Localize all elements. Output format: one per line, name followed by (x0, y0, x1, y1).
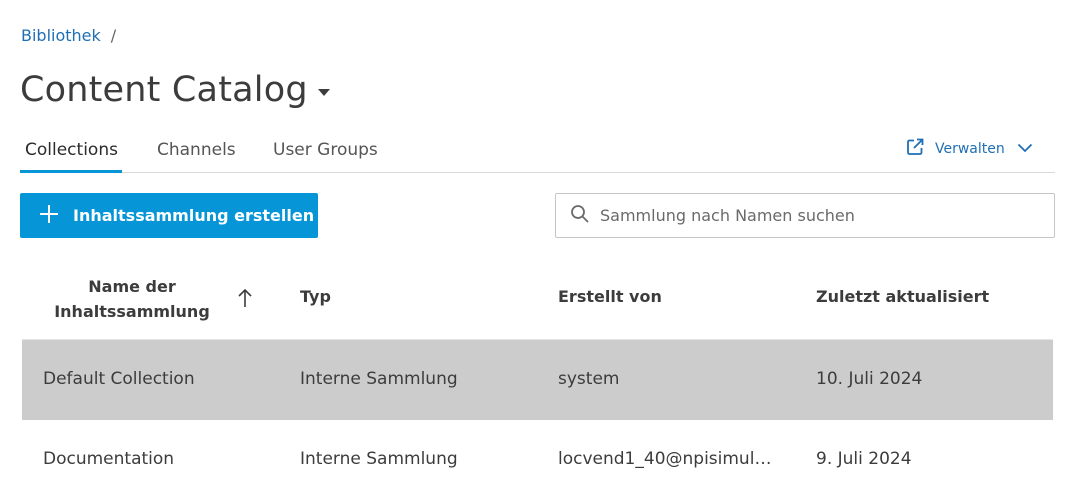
table-row[interactable]: Documentation Interne Sammlung locvend1_… (22, 420, 1053, 500)
page-title-dropdown[interactable]: Content Catalog (20, 70, 330, 110)
column-header-type[interactable]: Typ (300, 287, 331, 306)
manage-button[interactable]: Verwalten (905, 137, 1033, 161)
search-icon (570, 204, 590, 228)
tab-collections[interactable]: Collections (20, 140, 122, 173)
tab-bar: Collections Channels User Groups (20, 130, 1055, 173)
create-collection-button[interactable]: Inhaltssammlung erstellen (20, 193, 318, 238)
breadcrumb: Bibliothek / (21, 26, 116, 45)
table-header: Name der Inhaltssammlung Typ Erstellt vo… (22, 258, 1053, 340)
cell-last-updated: 9. Juli 2024 (816, 449, 912, 469)
search-box[interactable] (555, 193, 1055, 238)
cell-name: Default Collection (43, 369, 195, 389)
sort-ascending-icon[interactable] (237, 288, 253, 312)
column-header-created-by[interactable]: Erstellt von (558, 287, 662, 306)
create-collection-label: Inhaltssammlung erstellen (73, 206, 315, 225)
cell-name: Documentation (43, 449, 175, 469)
collections-table: Name der Inhaltssammlung Typ Erstellt vo… (22, 258, 1053, 500)
manage-label: Verwalten (935, 141, 1005, 157)
breadcrumb-separator: / (110, 26, 117, 45)
column-header-name[interactable]: Name der Inhaltssammlung (42, 274, 222, 324)
search-input[interactable] (600, 206, 1040, 225)
cell-created-by: system (558, 369, 620, 389)
cell-last-updated: 10. Juli 2024 (816, 369, 923, 389)
tab-user-groups[interactable]: User Groups (273, 140, 378, 173)
caret-down-icon[interactable] (317, 88, 330, 96)
cell-created-by: locvend1_40@npisimula… (558, 449, 778, 469)
cell-type: Interne Sammlung (300, 449, 458, 469)
column-header-name-line1: Name der (88, 277, 176, 296)
external-link-icon (905, 137, 925, 161)
page-title: Content Catalog (20, 70, 308, 110)
chevron-down-icon (1017, 141, 1033, 157)
table-row[interactable]: Default Collection Interne Sammlung syst… (22, 340, 1053, 420)
cell-type: Interne Sammlung (300, 369, 458, 389)
column-header-last-updated[interactable]: Zuletzt aktualisiert (816, 287, 989, 306)
breadcrumb-link-bibliothek[interactable]: Bibliothek (21, 26, 101, 45)
column-header-name-line2: Inhaltssammlung (54, 302, 210, 321)
tab-channels[interactable]: Channels (157, 140, 236, 173)
plus-icon (39, 204, 59, 228)
